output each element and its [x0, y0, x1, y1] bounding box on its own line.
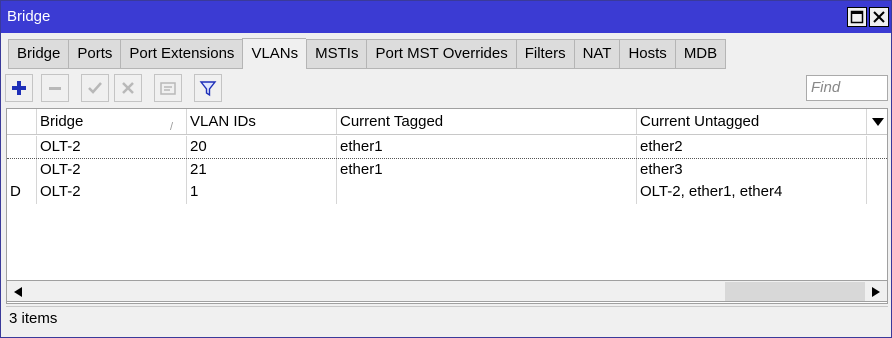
row-current-tagged: ether1 [337, 136, 637, 158]
row-flag [7, 159, 37, 182]
maximize-icon [850, 10, 864, 24]
tab-mstis[interactable]: MSTIs [306, 39, 367, 69]
tab-vlans[interactable]: VLANs [242, 38, 307, 69]
column-header-current-untagged[interactable]: Current Untagged [637, 109, 867, 134]
check-icon [88, 82, 102, 94]
title-bar[interactable]: Bridge [1, 1, 891, 33]
column-header-current-tagged[interactable]: Current Tagged [337, 109, 637, 134]
row-flag [7, 136, 37, 158]
bridge-window: Bridge Bridge Ports Port Extensions VLAN… [0, 0, 892, 338]
table-row[interactable]: OLT-2 20 ether1 ether2 [7, 136, 887, 159]
tab-mdb[interactable]: MDB [674, 39, 727, 69]
close-icon [873, 11, 885, 23]
tab-hosts[interactable]: Hosts [619, 39, 675, 69]
column-header-vlan-ids[interactable]: VLAN IDs [187, 109, 337, 134]
enable-button[interactable] [81, 74, 109, 102]
cross-icon [122, 82, 134, 94]
tab-filters[interactable]: Filters [515, 39, 574, 69]
status-bar: 3 items [6, 306, 888, 334]
triangle-down-icon [872, 118, 884, 126]
funnel-icon [199, 81, 217, 97]
row-vlan-ids: 20 [187, 136, 337, 158]
close-button[interactable] [869, 7, 889, 27]
add-button[interactable] [5, 74, 33, 102]
comment-button[interactable] [154, 74, 182, 102]
tab-port-extensions[interactable]: Port Extensions [120, 39, 243, 69]
row-bridge: OLT-2 [37, 159, 187, 182]
row-current-untagged: OLT-2, ether1, ether4 [637, 181, 867, 204]
row-flag: D [7, 181, 37, 204]
row-bridge: OLT-2 [37, 136, 187, 158]
window-title: Bridge [7, 8, 51, 25]
row-vlan-ids: 1 [187, 181, 337, 204]
tab-port-mst-overrides[interactable]: Port MST Overrides [366, 39, 516, 69]
vlan-table: Bridge / VLAN IDs Current Tagged Current… [6, 108, 888, 304]
find-input[interactable]: Find [806, 75, 888, 101]
note-icon [160, 82, 176, 95]
remove-button[interactable] [41, 74, 69, 102]
plus-icon [12, 81, 26, 95]
table-row[interactable]: D OLT-2 1 OLT-2, ether1, ether4 [7, 181, 887, 204]
disable-button[interactable] [114, 74, 142, 102]
row-current-tagged [337, 181, 637, 204]
horizontal-scrollbar[interactable] [6, 280, 888, 302]
tab-nat[interactable]: NAT [573, 39, 620, 69]
tab-ports[interactable]: Ports [68, 39, 121, 69]
sort-indicator-icon: / [170, 121, 174, 133]
column-header-label: Bridge [40, 113, 84, 130]
row-bridge: OLT-2 [37, 181, 187, 204]
table-row[interactable]: OLT-2 21 ether1 ether3 [7, 159, 887, 182]
scroll-left-button[interactable] [11, 285, 25, 299]
tab-bar: Bridge Ports Port Extensions VLANs MSTIs… [8, 38, 727, 69]
row-current-untagged: ether2 [637, 136, 867, 158]
scrollbar-thumb[interactable] [725, 282, 865, 301]
scroll-right-button[interactable] [869, 285, 883, 299]
tab-bridge[interactable]: Bridge [8, 39, 69, 69]
column-header-flag[interactable] [7, 109, 37, 134]
row-current-untagged: ether3 [637, 159, 867, 182]
column-header-bridge[interactable]: Bridge / [37, 109, 187, 134]
toolbar: Find [1, 72, 891, 106]
arrow-right-icon [872, 287, 880, 297]
arrow-left-icon [14, 287, 22, 297]
row-current-tagged: ether1 [337, 159, 637, 182]
filter-button[interactable] [194, 74, 222, 102]
column-menu-button[interactable] [867, 109, 887, 135]
table-header: Bridge / VLAN IDs Current Tagged Current… [7, 109, 887, 135]
item-count: 3 items [9, 310, 58, 327]
maximize-button[interactable] [847, 7, 867, 27]
row-vlan-ids: 21 [187, 159, 337, 182]
minus-icon [49, 87, 61, 90]
